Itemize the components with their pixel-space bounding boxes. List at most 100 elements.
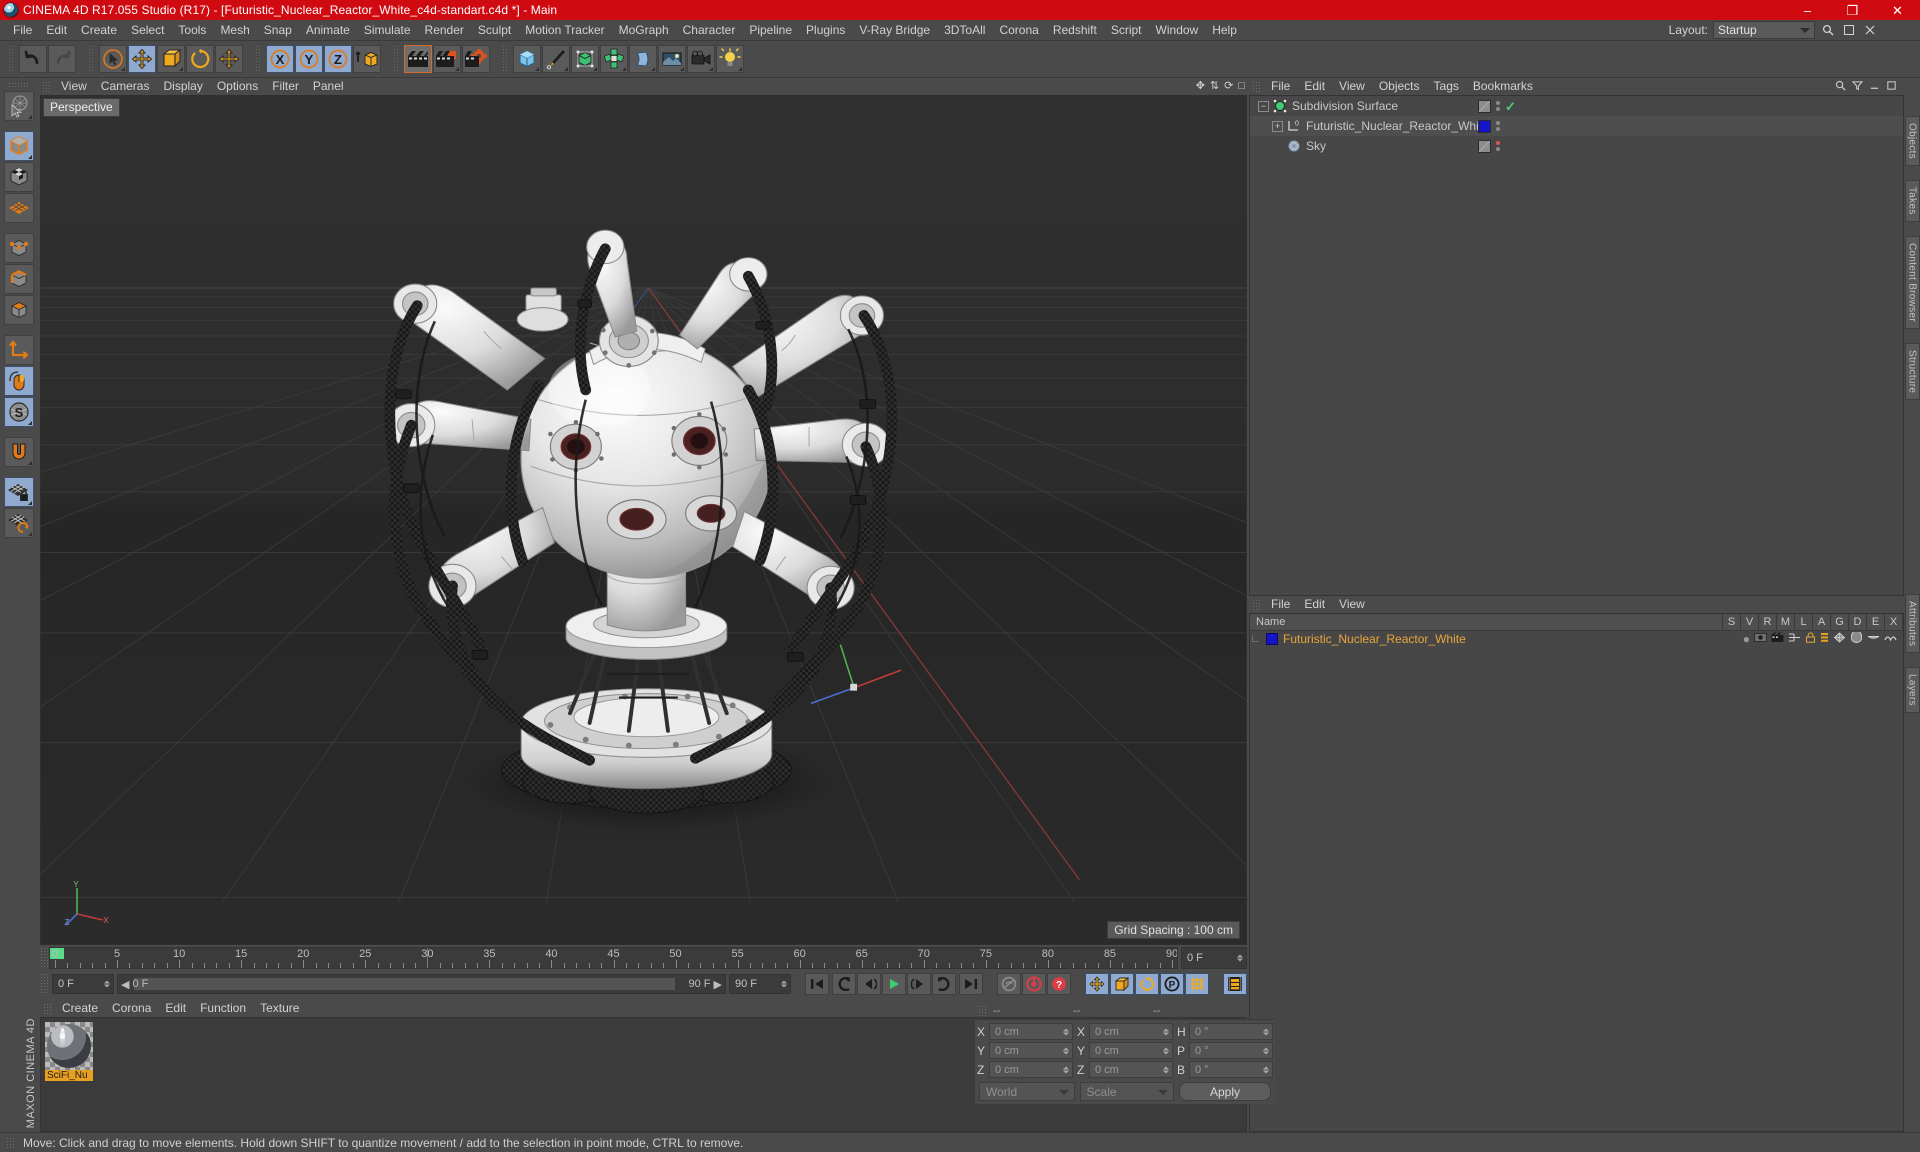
material-menu-create[interactable]: Create: [55, 1000, 105, 1017]
timeline-current-frame-field[interactable]: 0 F: [1181, 947, 1247, 969]
viewport-menu-panel[interactable]: Panel: [306, 78, 351, 95]
viewport-menu-display[interactable]: Display: [156, 78, 209, 95]
rotation-h-input[interactable]: 0 °: [1189, 1023, 1273, 1040]
undo-button[interactable]: [19, 45, 47, 73]
live-selection-tool-button[interactable]: [4, 91, 34, 121]
go-to-end-button[interactable]: [959, 973, 983, 995]
move-tool-button[interactable]: [128, 45, 156, 73]
menu-3dtoall[interactable]: 3DToAll: [937, 20, 992, 41]
coord-field-size-y[interactable]: Y 0 cm: [1077, 1042, 1173, 1059]
visible-render-icon[interactable]: [1771, 632, 1784, 646]
panel-maximize-icon[interactable]: [1886, 80, 1897, 94]
spinner-icon[interactable]: [1163, 1066, 1169, 1073]
material-menu-corona[interactable]: Corona: [105, 1000, 158, 1017]
menu-corona[interactable]: Corona: [992, 20, 1045, 41]
size-z-input[interactable]: 0 cm: [1089, 1061, 1173, 1078]
keyframe-selection-button[interactable]: ?: [1047, 973, 1071, 995]
key-position-button[interactable]: [1085, 973, 1109, 995]
objman-menu-file[interactable]: File: [1264, 78, 1297, 95]
coord-field-position-y[interactable]: Y 0 cm: [977, 1042, 1073, 1059]
redo-button[interactable]: [48, 45, 76, 73]
multi-pass-icon[interactable]: [1788, 632, 1801, 646]
spinner-icon[interactable]: [1263, 1047, 1269, 1054]
coordinate-mode-select[interactable]: Scale: [1079, 1082, 1174, 1101]
toolbar-grip[interactable]: [502, 45, 509, 73]
coord-field-rotation-p[interactable]: P 0 °: [1177, 1042, 1273, 1059]
go-to-start-button[interactable]: [805, 973, 829, 995]
add-generator-button[interactable]: [571, 45, 599, 73]
edge-tab-structure[interactable]: Structure: [1904, 342, 1920, 400]
spinner-icon[interactable]: [1063, 1047, 1069, 1054]
menu-select[interactable]: Select: [124, 20, 171, 41]
menu-plugins[interactable]: Plugins: [799, 20, 852, 41]
workplane-mode-button[interactable]: [4, 193, 34, 223]
key-rotation-button[interactable]: [1135, 973, 1159, 995]
transport-grip[interactable]: [40, 973, 49, 995]
menu-sculpt[interactable]: Sculpt: [471, 20, 518, 41]
objman-menu-objects[interactable]: Objects: [1372, 78, 1427, 95]
coord-field-size-z[interactable]: Z 0 cm: [1077, 1061, 1173, 1078]
menu-animate[interactable]: Animate: [299, 20, 357, 41]
range-right-arrow-icon[interactable]: ▶: [714, 978, 722, 991]
enable-axis-mode-button[interactable]: [4, 366, 34, 396]
timeline-grip[interactable]: [40, 947, 49, 969]
object-row-subdivision-surface[interactable]: − Subdivision Surface ✓: [1250, 96, 1903, 116]
enabled-check-icon[interactable]: ✓: [1505, 100, 1516, 113]
lock-icon[interactable]: [1805, 632, 1816, 646]
enable-snap-button[interactable]: [4, 437, 34, 467]
reflectance-icon[interactable]: [1850, 630, 1863, 646]
edge-tab-objects[interactable]: Objects: [1904, 116, 1920, 167]
edge-tab-layers[interactable]: Layers: [1904, 667, 1920, 713]
apply-button[interactable]: Apply: [1179, 1082, 1271, 1101]
right-material-body[interactable]: Name S V R M L A G D E X ∟ Futuristic_Nu…: [1249, 613, 1904, 1132]
material-color-swatch[interactable]: [1266, 633, 1278, 645]
spinner-icon[interactable]: [1063, 1028, 1069, 1035]
spinner-icon[interactable]: [781, 980, 787, 988]
menu-window[interactable]: Window: [1149, 20, 1206, 41]
menu-character[interactable]: Character: [676, 20, 743, 41]
timeline-view-button[interactable]: [1223, 973, 1247, 995]
menu-mograph[interactable]: MoGraph: [612, 20, 676, 41]
add-deformer-button[interactable]: [629, 45, 657, 73]
rmm-menu-file[interactable]: File: [1264, 596, 1297, 613]
rotation-b-input[interactable]: 0 °: [1189, 1061, 1273, 1078]
add-spline-pen-button[interactable]: [542, 45, 570, 73]
material-menu-texture[interactable]: Texture: [253, 1000, 306, 1017]
object-tags-cell[interactable]: ✓: [1478, 99, 1516, 113]
scale-tool-button[interactable]: [157, 45, 185, 73]
rotation-p-input[interactable]: 0 °: [1189, 1042, 1273, 1059]
size-y-input[interactable]: 0 cm: [1089, 1042, 1173, 1059]
preview-range-slider[interactable]: ◀ 0 F 90 F ▶: [117, 974, 726, 994]
viewport-menu-options[interactable]: Options: [210, 78, 265, 95]
menu-help[interactable]: Help: [1205, 20, 1244, 41]
object-row-futuristic-nuclear-reactor-white[interactable]: + 0 Futuristic_Nuclear_Reactor_White: [1250, 116, 1903, 136]
add-light-button[interactable]: [716, 45, 744, 73]
layout-select[interactable]: Startup: [1713, 21, 1815, 39]
spinner-icon[interactable]: [1163, 1047, 1169, 1054]
material-preview-thumbnail[interactable]: [45, 1022, 93, 1070]
search-icon[interactable]: [1820, 21, 1836, 39]
menu-vray-bridge[interactable]: V-Ray Bridge: [852, 20, 937, 41]
pan-view-icon[interactable]: ✥: [1196, 79, 1205, 92]
object-tags-cell[interactable]: [1478, 119, 1502, 133]
expander-icon[interactable]: −: [1258, 100, 1269, 112]
objman-menu-bookmarks[interactable]: Bookmarks: [1466, 78, 1540, 95]
objman-menu-view[interactable]: View: [1332, 78, 1372, 95]
go-to-previous-key-button[interactable]: [832, 973, 856, 995]
solo-icon[interactable]: ●: [1743, 632, 1750, 646]
lock-workplane-button[interactable]: [4, 477, 34, 507]
coord-field-position-x[interactable]: X 0 cm: [977, 1023, 1073, 1040]
spinner-icon[interactable]: [1263, 1066, 1269, 1073]
add-environment-button[interactable]: [658, 45, 686, 73]
menu-motion-tracker[interactable]: Motion Tracker: [518, 20, 611, 41]
polygons-mode-button[interactable]: [4, 295, 34, 325]
edge-tab-attributes[interactable]: Attributes: [1904, 593, 1920, 654]
add-mograph-cloner-button[interactable]: [600, 45, 628, 73]
viewport-menu-cameras[interactable]: Cameras: [94, 78, 157, 95]
menu-mesh[interactable]: Mesh: [213, 20, 256, 41]
objman-menu-tags[interactable]: Tags: [1427, 78, 1466, 95]
viewport-grip[interactable]: [42, 80, 51, 93]
toolbar-grip[interactable]: [88, 45, 95, 73]
visibility-dots-icon[interactable]: [1496, 141, 1500, 151]
search-icon[interactable]: [1835, 80, 1846, 94]
